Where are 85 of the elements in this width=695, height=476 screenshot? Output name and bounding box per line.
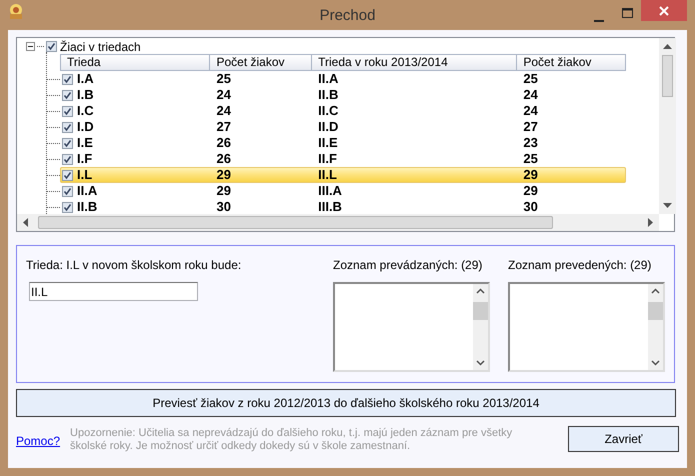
checkbox[interactable] <box>62 154 73 164</box>
checkbox[interactable] <box>62 186 73 196</box>
maximize-icon <box>622 8 632 18</box>
horizontal-scrollbar[interactable] <box>17 214 659 231</box>
table-cell-text: 23 <box>522 134 538 152</box>
table-cell-text: 26 <box>215 134 231 152</box>
table-row[interactable]: I.B 24 II.B 24 <box>60 87 626 103</box>
list-box[interactable] <box>508 282 665 372</box>
table-cell-text: II.L <box>317 166 337 184</box>
scroll-right-icon[interactable] <box>648 218 653 227</box>
scrollbar-thumb[interactable] <box>38 216 553 229</box>
table-cell-text: 29 <box>522 182 538 200</box>
table-cell-text: 24 <box>522 102 538 120</box>
table-cell-text: II.A <box>317 70 338 88</box>
checkbox[interactable] <box>62 202 73 212</box>
table-cell-text: 30 <box>215 198 231 214</box>
checkbox[interactable] <box>62 138 73 148</box>
class-label: Trieda: I.L v novom školskom roku bude: <box>26 257 242 274</box>
checkbox[interactable] <box>62 170 73 180</box>
column-header[interactable]: Trieda v roku 2013/2014 <box>312 55 518 70</box>
table-cell-text: 24 <box>522 86 538 104</box>
table-cell-text: I.E <box>76 134 93 152</box>
table-cell-text: II.E <box>317 134 338 152</box>
close-dialog-button[interactable]: Zavrieť <box>568 426 679 452</box>
checkbox[interactable] <box>62 90 73 100</box>
vertical-scrollbar[interactable] <box>659 38 676 214</box>
table-cell-text: I.D <box>76 118 94 136</box>
table-cell-text: 24 <box>215 102 231 120</box>
column-header[interactable]: Počet žiakov <box>517 55 625 70</box>
table-cell-text: II.D <box>317 118 338 136</box>
table-cell-text: I.F <box>76 150 92 168</box>
column-header[interactable]: Počet žiakov <box>210 55 312 70</box>
table-row[interactable]: I.C 24 II.C 24 <box>60 103 626 119</box>
table-row[interactable]: I.L 29 II.L 29 <box>60 167 626 183</box>
table-cell-text: 25 <box>522 150 538 168</box>
table-row[interactable]: II.A 29 III.A 29 <box>60 183 626 199</box>
table-cell-text: 26 <box>215 150 231 168</box>
table-row[interactable]: II.B 30 III.B 30 <box>60 199 626 214</box>
transfer-button[interactable]: Previesť žiakov z roku 2012/2013 do ďalšieho školského roku 2013/2014 <box>16 389 676 417</box>
window-title: Prechod <box>320 7 376 24</box>
table-cell-text: I.L <box>76 166 92 184</box>
help-link[interactable]: Pomoc? <box>16 432 60 450</box>
table-cell-text: III.A <box>317 182 342 200</box>
checkbox[interactable] <box>62 74 73 84</box>
table-row[interactable]: I.D 27 II.D 27 <box>60 119 626 135</box>
checkbox[interactable] <box>46 41 57 52</box>
table-cell-text: 30 <box>522 198 538 214</box>
table-cell-text: II.F <box>317 150 337 168</box>
table-cell-text: I.B <box>76 86 94 104</box>
checkbox[interactable] <box>62 122 73 132</box>
table-row[interactable]: I.F 26 II.F 25 <box>60 151 626 167</box>
table-cell-text: III.B <box>317 198 342 214</box>
close-button[interactable] <box>641 0 687 21</box>
table-cell-text: 29 <box>215 182 231 200</box>
table-cell-text: 27 <box>522 118 538 136</box>
checkbox[interactable] <box>62 106 73 116</box>
close-icon <box>659 6 669 16</box>
table-cell-text: I.C <box>76 102 94 120</box>
table-cell-text: 24 <box>215 86 231 104</box>
table-row[interactable]: I.E 26 II.E 23 <box>60 135 626 151</box>
minimize-icon <box>594 18 604 22</box>
table-cell-text: 29 <box>215 166 231 184</box>
table-cell-text: II.C <box>317 102 338 120</box>
table-cell-text: II.A <box>76 182 98 200</box>
table-cell-text: 25 <box>215 70 231 88</box>
column-header[interactable]: Trieda <box>61 55 210 70</box>
table-cell-text: II.B <box>317 86 338 104</box>
scrollbar-thumb[interactable] <box>662 55 673 97</box>
table-cell-text: 29 <box>522 166 538 184</box>
collapse-icon[interactable] <box>26 42 35 51</box>
table-row[interactable]: I.A 25 II.A 25 <box>60 71 626 87</box>
table-cell-text: I.A <box>76 70 94 88</box>
list-box[interactable] <box>333 282 490 372</box>
table-cell-text: 25 <box>522 70 538 88</box>
class-input-field[interactable]: II.L <box>29 282 198 301</box>
app-icon <box>7 2 25 20</box>
tree-node-label[interactable]: Žiaci v triedach <box>60 38 141 56</box>
table-cell-text: 27 <box>215 118 231 136</box>
scroll-down-icon[interactable] <box>663 203 672 208</box>
list-label: Zoznam prevedených: (29) <box>508 257 652 274</box>
scroll-left-icon[interactable] <box>23 218 28 227</box>
table-cell-text: II.B <box>76 198 98 214</box>
warning-note: Upozornenie: Učitelia sa neprevádzajú do ďalšieho roku, t.j. majú jeden záznam pre všetky školské roky. Je možnosť určiť odkedy dokedy sú v škole zamestnaní. <box>70 427 514 453</box>
list-label: Zoznam prevádzaných: (29) <box>333 257 484 274</box>
scroll-up-icon[interactable] <box>663 44 672 49</box>
